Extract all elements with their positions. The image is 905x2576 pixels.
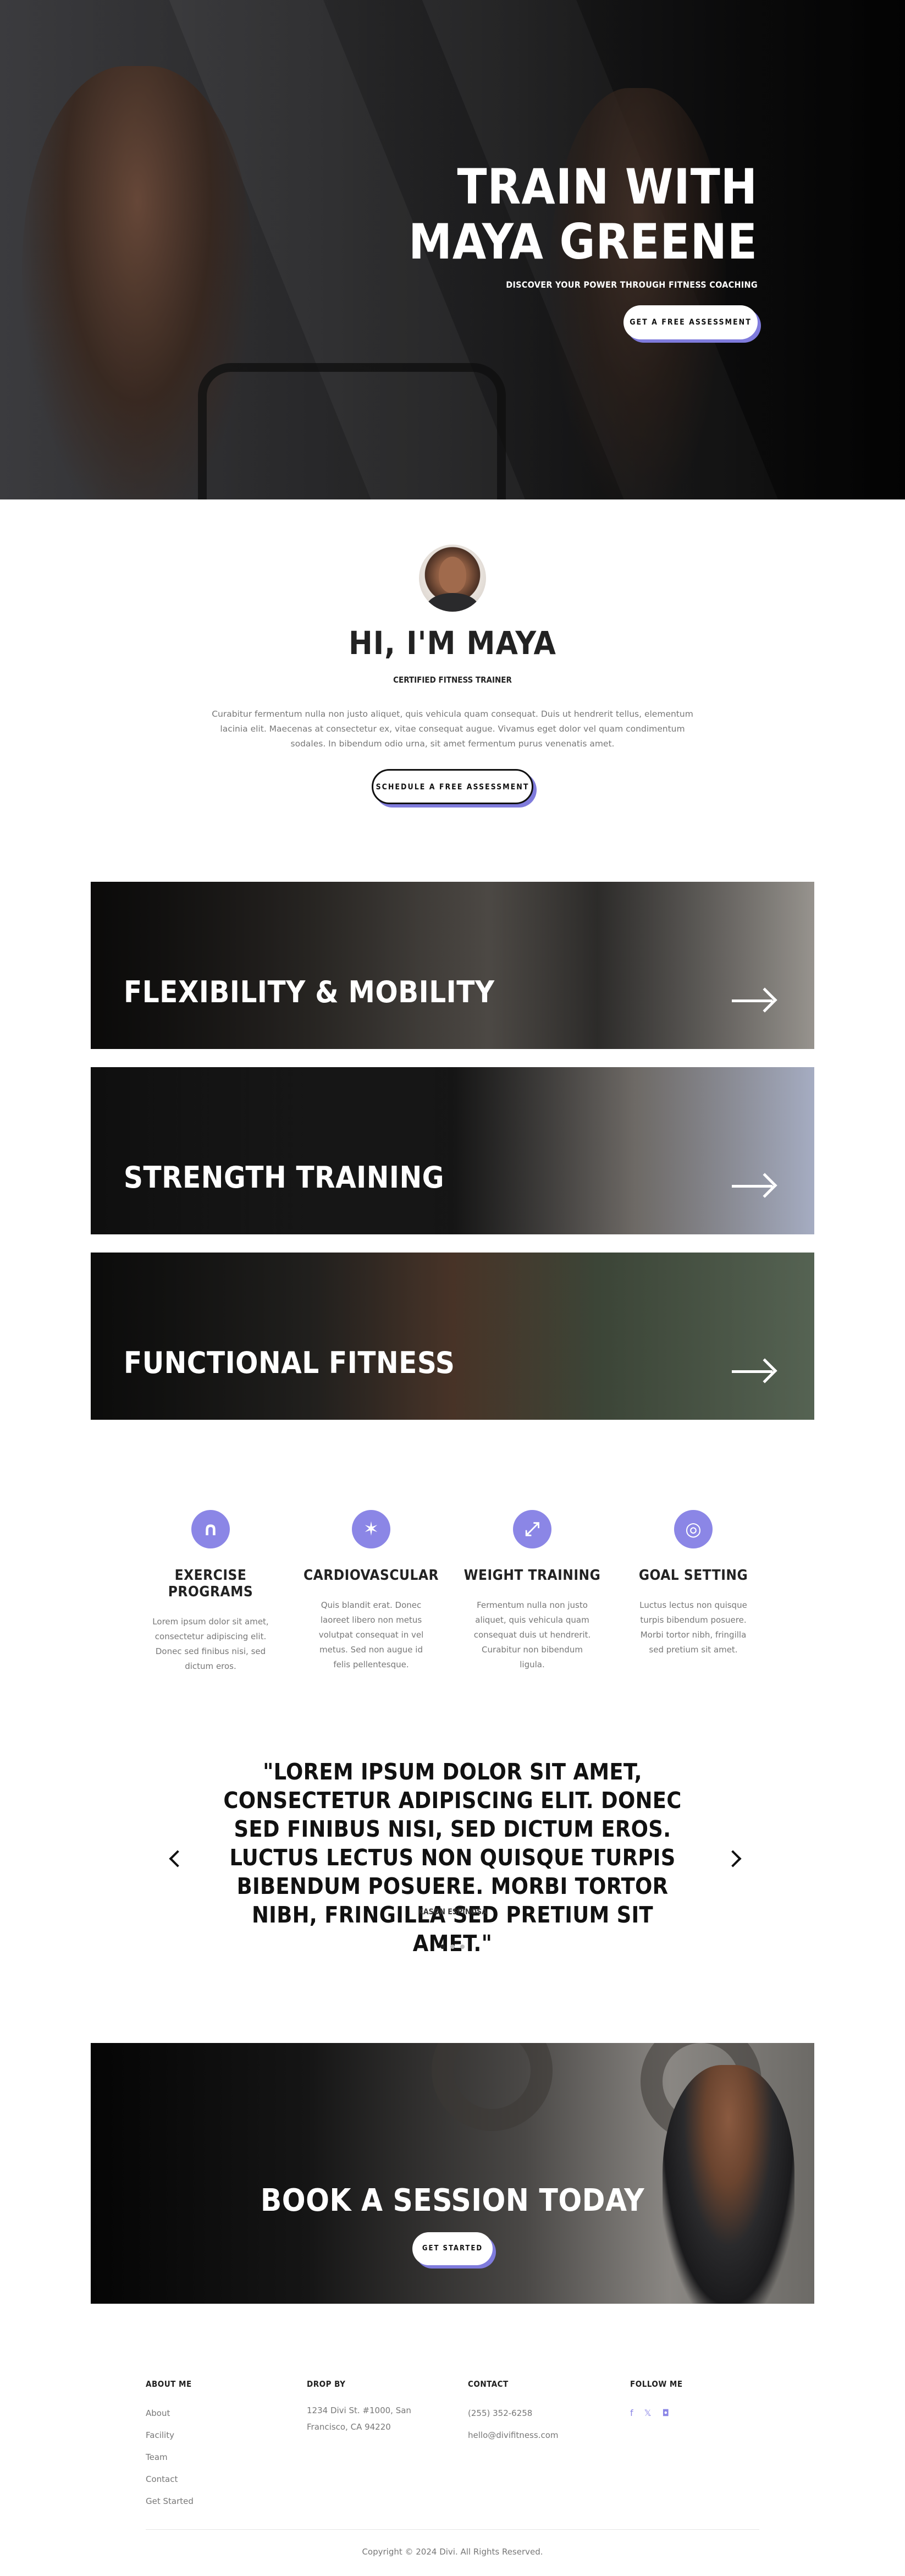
feature-weight-training: ⤢ WEIGHT TRAINING Fermentum nulla non ju… (461, 1510, 604, 1672)
intro-subtitle: CERTIFIED FITNESS TRAINER (393, 675, 512, 685)
footer-follow: FOLLOW ME f 𝕏 ◘ (630, 2379, 773, 2424)
service-card-overlay (91, 882, 814, 1049)
feature-exercise-programs: ∩ EXERCISE PROGRAMS Lorem ipsum dolor si… (139, 1510, 282, 1674)
testimonial-author: KASON ESPINOSA (418, 1908, 487, 1916)
feature-title: EXERCISE PROGRAMS (168, 1567, 253, 1600)
jump-rope-icon: ∩ (191, 1510, 230, 1548)
dumbbell-icon: ⤢ (513, 1510, 551, 1548)
hero-title: TRAIN WITH MAYA GREENE (373, 160, 758, 270)
feature-text: Luctus lectus non quisque turpis bibendu… (639, 1600, 747, 1655)
slider-dot[interactable] (460, 1945, 465, 1949)
footer-phone[interactable]: (255) 352-6258 (468, 2402, 611, 2424)
footer-link-get-started[interactable]: Get Started (146, 2490, 289, 2512)
service-card-title: STRENGTH TRAINING (124, 1160, 444, 1195)
testimonial-quote: "LOREM IPSUM DOLOR SIT AMET, CONSECTETUR… (223, 1759, 682, 1957)
footer-link-about[interactable]: About (146, 2402, 289, 2424)
footer-link-facility[interactable]: Facility (146, 2424, 289, 2446)
footer-about: ABOUT ME About Facility Team Contact Get… (146, 2379, 289, 2512)
service-card-functional[interactable]: FUNCTIONAL FITNESS (91, 1253, 814, 1420)
footer-divider (146, 2529, 759, 2530)
cta-title: BOOK A SESSION TODAY (260, 2183, 645, 2218)
arrow-right-icon[interactable] (732, 1358, 777, 1383)
intro-text: Curabitur fermentum nulla non justo aliq… (212, 709, 693, 749)
running-icon: ✶ (352, 1510, 390, 1548)
feature-title: WEIGHT TRAINING (463, 1567, 601, 1584)
footer-heading: FOLLOW ME (630, 2379, 683, 2389)
feature-goal-setting: ◎ GOAL SETTING Luctus lectus non quisque… (622, 1510, 765, 1657)
service-card-overlay (91, 1253, 814, 1420)
service-card-overlay (91, 1067, 814, 1234)
slider-dot[interactable] (450, 1945, 455, 1949)
instagram-icon[interactable]: ◘ (663, 2402, 670, 2424)
get-started-button[interactable]: GET STARTED (412, 2232, 493, 2265)
cta-section: BOOK A SESSION TODAY GET STARTED (91, 2043, 814, 2304)
footer-link-contact[interactable]: Contact (146, 2468, 289, 2490)
footer-email[interactable]: hello@divifitness.com (468, 2424, 611, 2446)
chevron-left-icon[interactable] (169, 1850, 186, 1868)
arrow-right-icon[interactable] (732, 987, 777, 1013)
avatar (419, 545, 486, 612)
hero-title-line1: TRAIN WITH (457, 158, 758, 215)
feature-text: Fermentum nulla non justo aliquet, quis … (473, 1600, 591, 1669)
service-card-flexibility[interactable]: FLEXIBILITY & MOBILITY (91, 882, 814, 1049)
footer-heading: DROP BY (307, 2379, 346, 2389)
copyright: Copyright © 2024 Divi. All Rights Reserv… (362, 2547, 543, 2557)
slider-dot[interactable] (440, 1945, 445, 1949)
feature-cardiovascular: ✶ CARDIOVASCULAR Quis blandit erat. Done… (300, 1510, 443, 1672)
arrow-right-icon[interactable] (732, 1173, 777, 1198)
footer-drop-by: DROP BY 1234 Divi St. #1000, San Francis… (307, 2379, 450, 2435)
feature-title: GOAL SETTING (638, 1567, 748, 1584)
service-card-title: FLEXIBILITY & MOBILITY (124, 975, 495, 1009)
hero-section: TRAIN WITH MAYA GREENE DISCOVER YOUR POW… (0, 0, 905, 499)
x-icon[interactable]: 𝕏 (644, 2402, 652, 2424)
hero-assessment-button[interactable]: GET A FREE ASSESSMENT (623, 305, 758, 339)
footer-address: 1234 Divi St. #1000, San Francisco, CA 9… (307, 2405, 411, 2432)
facebook-icon[interactable]: f (630, 2402, 633, 2424)
chevron-right-icon[interactable] (724, 1850, 742, 1868)
feature-text: Lorem ipsum dolor sit amet, consectetur … (152, 1617, 269, 1671)
feature-text: Quis blandit erat. Donec laoreet libero … (318, 1600, 424, 1669)
hero-subtitle: DISCOVER YOUR POWER THROUGH FITNESS COAC… (506, 279, 758, 290)
service-card-title: FUNCTIONAL FITNESS (124, 1345, 455, 1380)
cta-bg-ring (432, 2043, 553, 2131)
footer-heading: ABOUT ME (146, 2379, 192, 2389)
avatar-body (427, 593, 478, 612)
footer-link-team[interactable]: Team (146, 2446, 289, 2468)
intro-title: HI, I'M MAYA (349, 624, 556, 662)
footer-heading: CONTACT (468, 2379, 509, 2389)
service-card-strength[interactable]: STRENGTH TRAINING (91, 1067, 814, 1234)
footer-contact: CONTACT (255) 352-6258 hello@divifitness… (468, 2379, 611, 2446)
schedule-assessment-button[interactable]: SCHEDULE A FREE ASSESSMENT (372, 769, 533, 804)
feature-title: CARDIOVASCULAR (303, 1567, 439, 1584)
hero-title-line2: MAYA GREENE (409, 213, 758, 270)
target-icon: ◎ (674, 1510, 713, 1548)
avatar-face (439, 557, 466, 593)
slider-dots (0, 1941, 905, 1951)
